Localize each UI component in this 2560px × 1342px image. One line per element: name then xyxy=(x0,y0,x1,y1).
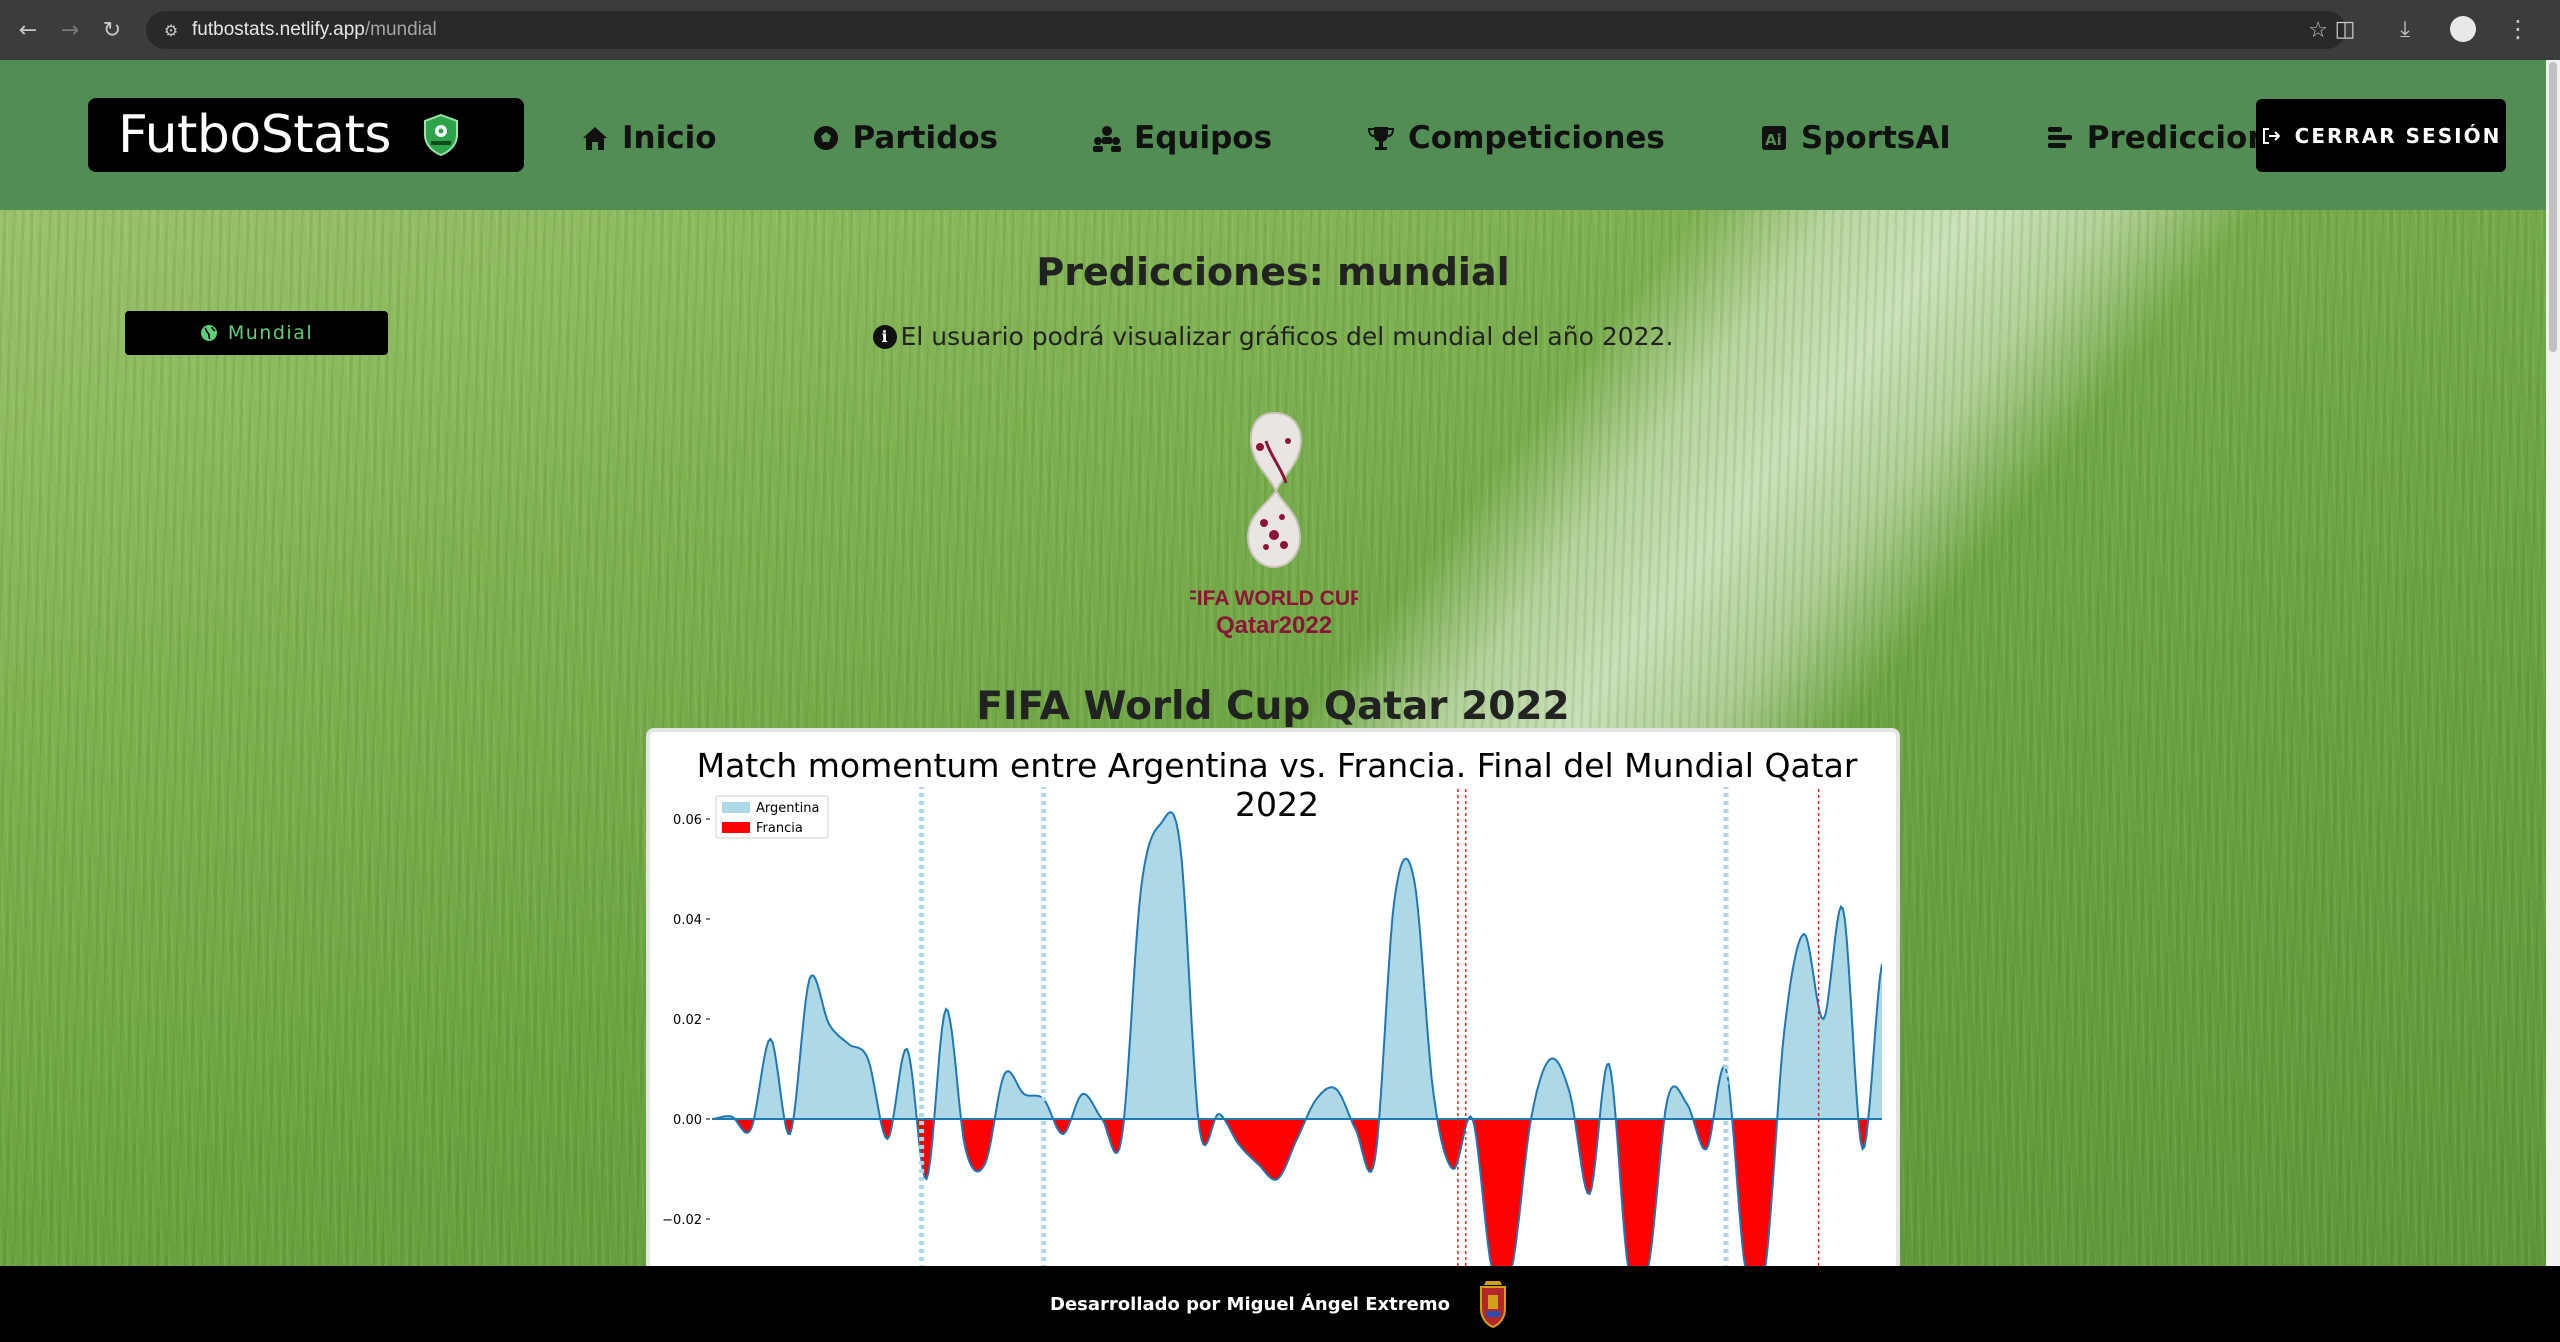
momentum-line xyxy=(712,811,1882,1266)
soccer-ball-icon xyxy=(811,123,841,153)
brand-logo-link[interactable]: FutboStats xyxy=(88,98,524,172)
y-tick-label: 0.02 xyxy=(673,1013,702,1028)
address-bar[interactable]: ⚙ futbostats.netlify.app/mundial ☆ xyxy=(146,11,2346,49)
logo-line-2: Qatar2022 xyxy=(1216,612,1332,639)
legend-swatch xyxy=(722,822,750,833)
sign-out-icon xyxy=(2262,127,2281,144)
y-tick-label: 0.04 xyxy=(673,913,702,928)
profile-avatar[interactable] xyxy=(2450,16,2476,42)
nav-item-inicio[interactable]: Inicio xyxy=(580,120,717,156)
nav-item-competiciones[interactable]: Competiciones xyxy=(1366,120,1665,156)
nav-label: SportsAI xyxy=(1800,120,1951,156)
nav-label: Equipos xyxy=(1134,120,1273,156)
nav-item-partidos[interactable]: Partidos xyxy=(811,120,998,156)
site-header: FutboStats Inicio Partidos Equipos Compe… xyxy=(0,60,2546,210)
nav-label: Inicio xyxy=(622,120,717,156)
forward-icon[interactable]: → xyxy=(54,14,86,46)
y-tick-label: 0.00 xyxy=(673,1113,702,1128)
ai-icon: Ai xyxy=(1759,123,1789,153)
url-host: futbostats.netlify.app xyxy=(192,19,365,40)
home-icon xyxy=(580,123,610,153)
extensions-icon[interactable]: ◫ xyxy=(2330,14,2360,44)
team-icon xyxy=(1092,123,1122,153)
legend-swatch xyxy=(722,802,750,813)
menu-kebab-icon[interactable]: ⋮ xyxy=(2506,15,2530,43)
nav-label: Competiciones xyxy=(1408,120,1665,156)
logout-button[interactable]: CERRAR SESIÓN xyxy=(2256,99,2506,172)
nav-item-equipos[interactable]: Equipos xyxy=(1092,120,1272,156)
world-cup-qatar-logo: FIFA WORLD CUP Qatar2022 xyxy=(1190,411,1358,639)
info-message: i El usuario podrá visualizar gráficos d… xyxy=(0,322,2546,351)
browser-toolbar: ← → ↻ ⚙ futbostats.netlify.app/mundial ☆… xyxy=(0,0,2560,60)
svg-text:Ai: Ai xyxy=(1765,131,1782,149)
scrollbar-thumb[interactable] xyxy=(2549,62,2557,352)
momentum-chart-card: Match momentum entre Argentina vs. Franc… xyxy=(646,728,1900,1266)
bookmark-star-icon[interactable]: ☆ xyxy=(2308,18,2328,43)
nav-label: Partidos xyxy=(852,120,999,156)
info-text: El usuario podrá visualizar gráficos del… xyxy=(900,322,1674,351)
info-icon: i xyxy=(872,324,897,349)
bars-icon xyxy=(2045,123,2075,153)
main-nav: Inicio Partidos Equipos Competiciones Ai… xyxy=(580,120,2403,156)
y-tick-label: −0.02 xyxy=(662,1213,702,1228)
download-icon[interactable]: ⤓ xyxy=(2390,14,2420,44)
site-footer: Desarrollado por Miguel Ángel Extremo xyxy=(0,1266,2560,1342)
plot-area xyxy=(712,787,1882,1266)
y-tick-label: 0.06 xyxy=(673,813,702,828)
reload-icon[interactable]: ↻ xyxy=(96,14,128,46)
tournament-name: FIFA World Cup Qatar 2022 xyxy=(976,684,1570,729)
page-title: Predicciones: mundial xyxy=(1036,250,1510,294)
url-path: /mundial xyxy=(364,19,437,40)
legend-label: Francia xyxy=(756,821,803,836)
logo-line-1: FIFA WORLD CUP xyxy=(1190,587,1358,610)
site-settings-icon[interactable]: ⚙ xyxy=(160,19,182,41)
shield-logo-icon xyxy=(423,113,458,157)
url-text[interactable]: futbostats.netlify.app/mundial xyxy=(192,19,437,41)
logout-label: CERRAR SESIÓN xyxy=(2294,123,2502,148)
town-crest-icon xyxy=(1479,1281,1506,1329)
nav-item-sportsai[interactable]: Ai SportsAI xyxy=(1759,120,1951,156)
brand-name: FutboStats xyxy=(118,105,391,165)
argentina-area xyxy=(712,812,1882,1119)
footer-credit: Desarrollado por Miguel Ángel Extremo xyxy=(1050,1293,1450,1315)
back-icon[interactable]: ← xyxy=(12,14,44,46)
trophy-icon xyxy=(1366,123,1396,153)
legend-label: Argentina xyxy=(756,801,819,816)
page-viewport: FutboStats Inicio Partidos Equipos Compe… xyxy=(0,60,2546,1266)
page-scrollbar[interactable] xyxy=(2546,60,2560,1266)
momentum-chart: 0.06 0.04 0.02 0.00 −0.02 Argentina Francia xyxy=(662,787,1882,1266)
